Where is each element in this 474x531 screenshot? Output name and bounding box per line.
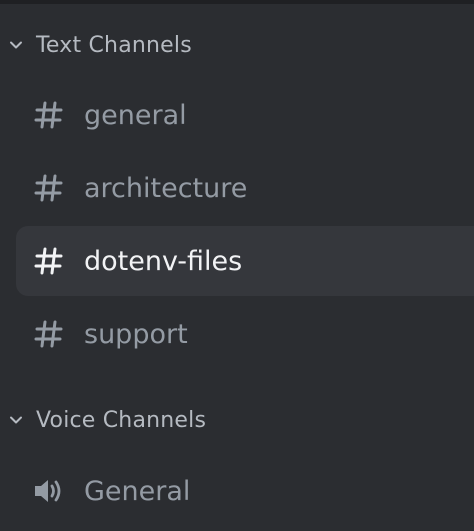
channel-label: General: [84, 475, 191, 507]
channel-label: support: [84, 318, 188, 350]
channel-label: dotenv-files: [84, 245, 243, 277]
hash-icon: [32, 98, 66, 132]
voice-channel-general[interactable]: General: [16, 456, 474, 526]
channel-support[interactable]: support: [16, 299, 474, 369]
channel-label: architecture: [84, 172, 248, 204]
category-label: Voice Channels: [36, 407, 207, 433]
category-text-channels[interactable]: Text Channels: [8, 25, 192, 65]
chevron-down-icon: [8, 412, 24, 428]
speaker-icon: [32, 474, 66, 508]
panel-top-border: [0, 0, 474, 4]
channel-general[interactable]: general: [16, 80, 474, 150]
hash-icon: [32, 317, 66, 351]
category-voice-channels[interactable]: Voice Channels: [8, 400, 206, 440]
channel-label: general: [84, 99, 187, 131]
channel-dotenv-files[interactable]: dotenv-files: [16, 226, 474, 296]
chevron-down-icon: [8, 37, 24, 53]
category-label: Text Channels: [36, 32, 192, 58]
channel-architecture[interactable]: architecture: [16, 153, 474, 223]
hash-icon: [32, 244, 66, 278]
hash-icon: [32, 171, 66, 205]
